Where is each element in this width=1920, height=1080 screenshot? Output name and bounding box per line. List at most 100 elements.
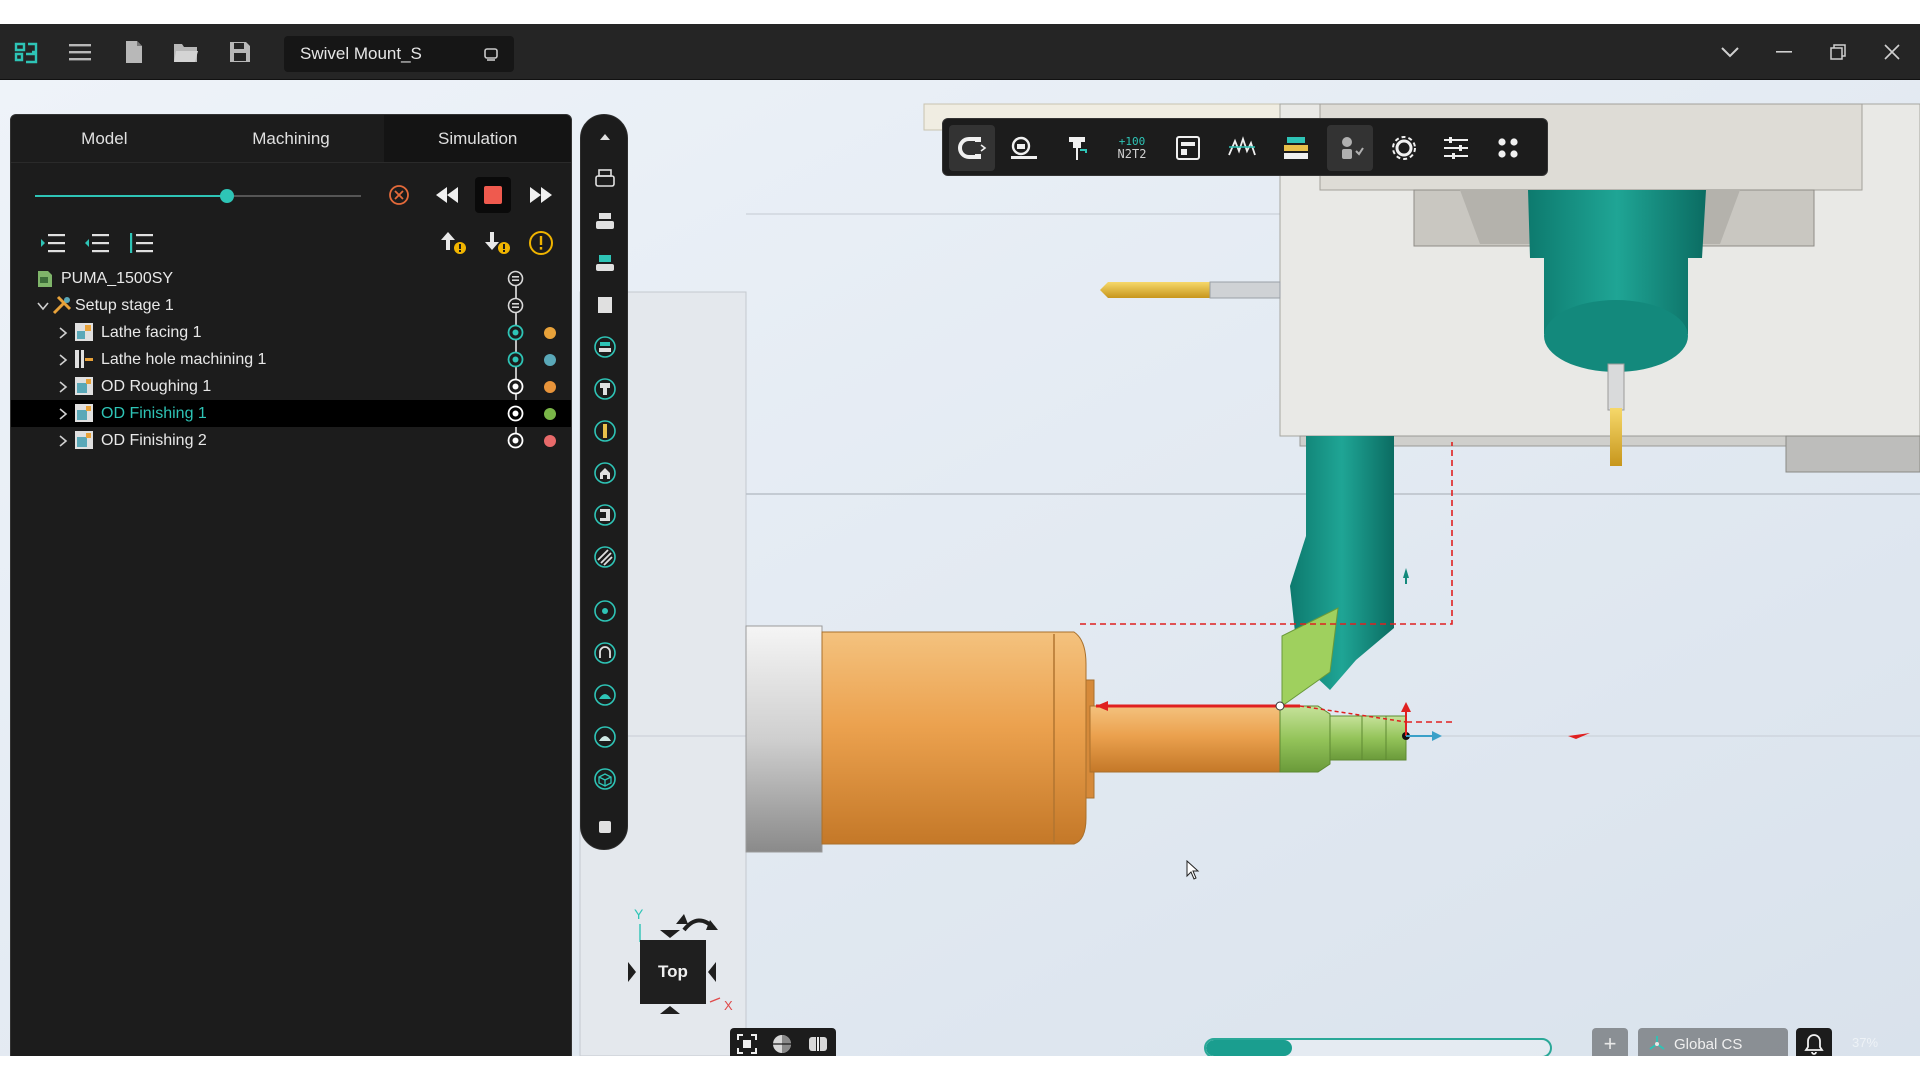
machine-view-button[interactable] — [591, 207, 619, 235]
tree-item-lathe-facing[interactable]: Lathe facing 1 — [11, 319, 571, 346]
tree-item-lathe-hole[interactable]: Lathe hole machining 1 — [11, 346, 571, 373]
chevron-down-icon[interactable] — [37, 300, 49, 312]
tree-item-od-finishing-1[interactable]: OD Finishing 1 — [11, 400, 571, 427]
warnings-button[interactable] — [523, 225, 559, 261]
stock-compare-button[interactable] — [1165, 125, 1211, 171]
part-view-button[interactable] — [591, 501, 619, 529]
more-apps-button[interactable] — [1485, 125, 1531, 171]
app-logo-icon[interactable] — [10, 36, 42, 68]
tree-toolbar — [11, 221, 571, 265]
tree-state-icon[interactable] — [507, 297, 524, 314]
tree-item-label: OD Roughing 1 — [101, 377, 212, 395]
warning-icon — [529, 231, 553, 255]
collision-check-button[interactable] — [949, 125, 995, 171]
menu-icon[interactable] — [64, 36, 96, 68]
surface-view-button[interactable] — [591, 681, 619, 709]
scroll-up-button[interactable] — [591, 123, 619, 151]
new-file-icon[interactable] — [118, 36, 150, 68]
options-button[interactable] — [1433, 125, 1479, 171]
counter-bottom-text: N2T2 — [1117, 147, 1147, 161]
tree-state-icon[interactable] — [507, 378, 524, 395]
tree-item-label: PUMA_1500SY — [61, 269, 174, 287]
add-view-button[interactable]: + — [1592, 1028, 1628, 1056]
inspect-button[interactable] — [1001, 125, 1047, 171]
tab-machining[interactable]: Machining — [198, 115, 385, 162]
chevron-right-icon[interactable] — [57, 354, 69, 366]
machine-tool-view-button[interactable] — [591, 249, 619, 277]
tree-state-icon[interactable] — [507, 432, 524, 449]
fixture-view-button[interactable] — [591, 333, 619, 361]
dropdown-chevron-icon[interactable] — [1712, 36, 1748, 68]
tab-model[interactable]: Model — [11, 115, 198, 162]
tree-state-icon[interactable] — [507, 405, 524, 422]
slider-handle[interactable] — [220, 189, 235, 203]
section-view-icon[interactable] — [806, 1033, 830, 1055]
notifications-button[interactable] — [1796, 1028, 1832, 1056]
expand-all-button[interactable] — [35, 225, 71, 261]
hide-tool-button[interactable] — [1327, 125, 1373, 171]
document-tab[interactable]: Swivel Mount_S — [284, 36, 514, 72]
wireframe-view-button[interactable] — [591, 765, 619, 793]
surface-icon — [594, 684, 616, 706]
shaded-surface-button[interactable] — [591, 723, 619, 751]
tree-item-label: Setup stage 1 — [75, 296, 174, 314]
shaded-sphere-icon[interactable] — [771, 1033, 793, 1055]
tree-state-icon[interactable] — [507, 270, 524, 287]
waveform-icon — [1228, 136, 1256, 156]
tree-item-machine[interactable]: PUMA_1500SY — [11, 265, 571, 292]
view-cube[interactable]: Y X Top — [620, 902, 740, 1028]
coordinate-system-select[interactable]: Global CS — [1638, 1028, 1788, 1056]
print-view-button[interactable] — [591, 165, 619, 193]
move-up-warning-button[interactable] — [435, 225, 471, 261]
workpiece-view-button[interactable] — [591, 459, 619, 487]
fast-forward-button[interactable] — [523, 177, 559, 213]
chevron-right-icon[interactable] — [57, 381, 69, 393]
sort-list-button[interactable] — [123, 225, 159, 261]
tree-item-od-roughing[interactable]: OD Roughing 1 — [11, 373, 571, 400]
render-mode-bar — [730, 1028, 836, 1056]
minimize-icon[interactable] — [1766, 36, 1802, 68]
status-dot — [544, 381, 556, 393]
view-cube-face[interactable]: Top — [640, 940, 706, 1004]
settings-button[interactable] — [1381, 125, 1427, 171]
nc-counter-icon: +100 N2T2 — [1118, 136, 1147, 160]
tool-view-toggle[interactable] — [1055, 125, 1101, 171]
hatch-view-button[interactable] — [591, 543, 619, 571]
collapse-all-button[interactable] — [79, 225, 115, 261]
tree-state-icon[interactable] — [507, 324, 524, 341]
fit-view-icon[interactable] — [736, 1033, 758, 1055]
layer-view-button[interactable] — [1273, 125, 1319, 171]
cancel-circle-icon — [389, 185, 409, 205]
chevron-right-icon[interactable] — [57, 435, 69, 447]
stop-button[interactable] — [475, 177, 511, 213]
stock-view-button[interactable] — [591, 291, 619, 319]
tab-display-icon[interactable] — [482, 45, 500, 63]
point-view-button[interactable] — [591, 597, 619, 625]
save-icon[interactable] — [224, 36, 256, 68]
rewind-button[interactable] — [429, 177, 465, 213]
restore-icon[interactable] — [1820, 36, 1856, 68]
app-window: Swivel Mount_S Model Machining Simulatio… — [0, 24, 1920, 1056]
tree-item-od-finishing-2[interactable]: OD Finishing 2 — [11, 427, 571, 454]
move-down-warning-button[interactable] — [479, 225, 515, 261]
tree-item-setup-stage[interactable]: Setup stage 1 — [11, 292, 571, 319]
stock-shape-button[interactable] — [591, 813, 619, 841]
expand-tree-icon — [41, 234, 65, 253]
chevron-right-icon[interactable] — [57, 408, 69, 420]
simulation-progress-slider[interactable] — [35, 189, 361, 203]
tool-view-button[interactable] — [591, 417, 619, 445]
close-icon[interactable] — [1874, 36, 1910, 68]
tree-item-label: OD Finishing 2 — [101, 431, 207, 449]
chevron-right-icon[interactable] — [57, 327, 69, 339]
simulation-panel: Model Machining Simulation PUMA_1500SY S… — [10, 114, 572, 1056]
workpiece-icon — [594, 462, 616, 484]
cancel-simulation-button[interactable] — [381, 177, 417, 213]
holder-view-button[interactable] — [591, 375, 619, 403]
toolpath-view-button[interactable] — [591, 639, 619, 667]
tree-state-icon[interactable] — [507, 351, 524, 368]
open-folder-icon[interactable] — [170, 36, 202, 68]
graph-view-button[interactable] — [1219, 125, 1265, 171]
tab-simulation[interactable]: Simulation — [384, 115, 572, 162]
nc-code-counter-button[interactable]: +100 N2T2 — [1109, 125, 1155, 171]
toolpath-curve-icon — [594, 642, 616, 664]
